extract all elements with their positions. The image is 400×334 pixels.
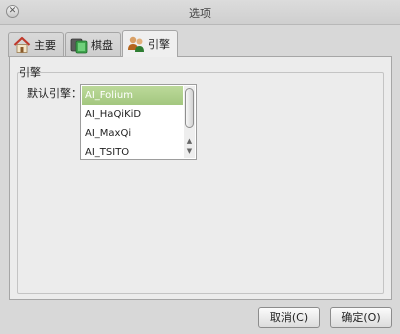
tab-main-label: 主要 bbox=[34, 39, 56, 52]
engine-list[interactable]: AI_Folium AI_HaQiKiD AI_MaxQi AI_TSITO ▲… bbox=[80, 84, 197, 160]
scroll-down-icon[interactable]: ▼ bbox=[185, 147, 194, 156]
tab-engine-label: 引擎 bbox=[148, 38, 170, 51]
ok-button[interactable]: 确定(O) bbox=[330, 307, 392, 328]
default-engine-label: 默认引擎： bbox=[27, 87, 82, 100]
list-item[interactable]: AI_Folium bbox=[82, 86, 183, 105]
tab-engine[interactable]: 引擎 bbox=[122, 30, 178, 57]
engine-users-icon bbox=[128, 36, 144, 52]
scrollbar-thumb[interactable] bbox=[185, 88, 194, 128]
board-icon bbox=[70, 38, 88, 54]
tab-board-label: 棋盘 bbox=[91, 39, 113, 52]
engine-group-title: 引擎 bbox=[19, 66, 41, 79]
list-item[interactable]: AI_HaQiKiD bbox=[82, 105, 183, 124]
tab-main[interactable]: 主要 bbox=[8, 32, 64, 57]
engine-group-box bbox=[17, 72, 384, 294]
window-title: 选项 bbox=[189, 7, 211, 20]
tab-panel: 引擎 默认引擎： AI_Folium AI_HaQiKiD AI_MaxQi A… bbox=[9, 56, 392, 300]
tab-bar: 主要 棋盘 引擎 bbox=[8, 30, 179, 57]
list-item[interactable]: AI_MaxQi bbox=[82, 124, 183, 143]
list-scrollbar[interactable]: ▲ ▼ bbox=[184, 86, 195, 158]
home-icon bbox=[13, 36, 31, 53]
cancel-button[interactable]: 取消(C) bbox=[258, 307, 320, 328]
list-item[interactable]: AI_TSITO bbox=[82, 143, 183, 159]
scroll-up-icon[interactable]: ▲ bbox=[185, 137, 194, 146]
tab-board[interactable]: 棋盘 bbox=[65, 32, 121, 57]
title-bar: ✕ 选项 bbox=[0, 0, 400, 25]
